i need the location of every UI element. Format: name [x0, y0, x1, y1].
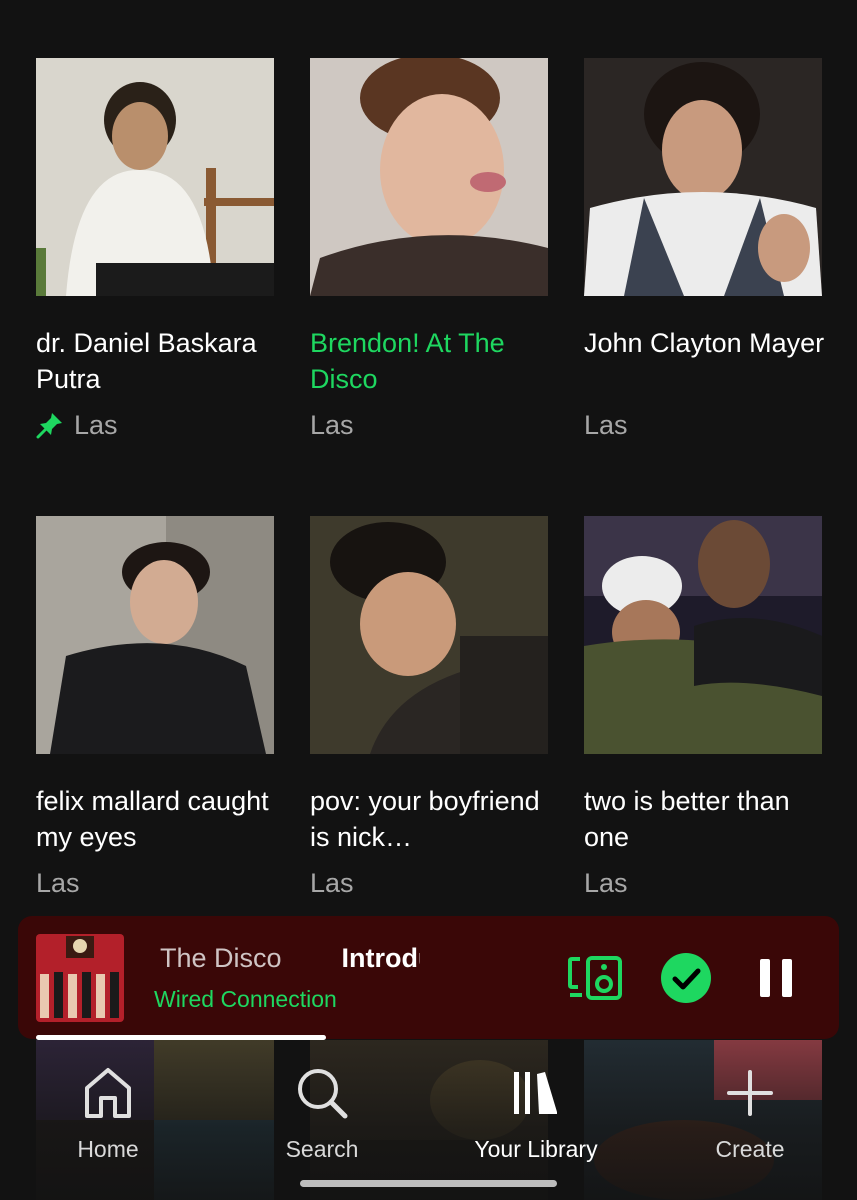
home-indicator	[300, 1180, 557, 1187]
item-subtitle: Las	[310, 866, 354, 900]
nav-create[interactable]: Create	[670, 1060, 830, 1170]
nav-label: Home	[77, 1136, 139, 1162]
saved-button[interactable]	[658, 952, 714, 1008]
item-subtitle-text: Las	[310, 410, 354, 440]
nav-library[interactable]: Your Library	[456, 1060, 616, 1170]
library-item[interactable]: Brendon! At The Disco Las	[310, 58, 548, 440]
library-item[interactable]: felix mallard caught my eyes Las	[36, 516, 274, 898]
app-screen: dr. Daniel Baskara Putra Las Brendon! At…	[0, 0, 857, 1200]
nav-label: Create	[715, 1136, 785, 1162]
item-title: pov: your boyfriend is nick…	[310, 786, 540, 852]
item-subtitle-text: Las	[310, 868, 354, 898]
pause-button[interactable]	[748, 952, 804, 1008]
pause-icon	[756, 956, 796, 1005]
item-subtitle: Las	[36, 866, 80, 900]
item-title: John Clayton Mayer	[584, 328, 825, 358]
playlist-cover	[36, 516, 274, 754]
connect-device-button[interactable]	[568, 952, 624, 1008]
item-subtitle-text: Las	[584, 868, 628, 898]
item-subtitle: Las	[584, 408, 628, 442]
plus-icon	[725, 1060, 775, 1126]
nav-label: Your Library	[474, 1136, 598, 1162]
nav-search[interactable]: Search	[242, 1060, 402, 1170]
item-subtitle-text: Las	[584, 410, 628, 440]
nav-label: Search	[285, 1136, 359, 1162]
bottom-nav: Home Search Your Library Create	[0, 1040, 857, 1200]
nav-home[interactable]: Home	[28, 1060, 188, 1170]
library-item[interactable]: two is better than one Las	[584, 516, 822, 898]
library-item[interactable]: John Clayton Mayer Las	[584, 58, 824, 440]
track-title-next: Introdu	[341, 943, 420, 973]
pin-icon	[36, 411, 64, 439]
playlist-cover	[36, 58, 274, 296]
playlist-cover	[310, 516, 548, 754]
item-title: Brendon! At The Disco	[310, 328, 505, 394]
device-name: Wired Connection	[154, 986, 337, 1012]
now-playing-title[interactable]: The Disco Introdu	[160, 941, 420, 975]
playlist-cover	[584, 58, 822, 296]
library-item[interactable]: pov: your boyfriend is nick… Las	[310, 516, 548, 898]
item-title: felix mallard caught my eyes	[36, 786, 269, 852]
connect-device-icon	[568, 955, 624, 1006]
playlist-cover	[584, 516, 822, 754]
item-subtitle: Las	[584, 866, 628, 900]
search-icon	[295, 1060, 349, 1126]
now-playing-bar[interactable]: The Disco Introdu Wired Connection	[18, 916, 839, 1039]
home-icon	[83, 1060, 133, 1126]
item-subtitle: Las	[36, 408, 118, 442]
item-title: dr. Daniel Baskara Putra	[36, 328, 257, 394]
item-subtitle: Las	[310, 408, 354, 442]
now-playing-cover[interactable]	[36, 934, 124, 1022]
track-title: The Disco	[160, 943, 282, 973]
library-icon	[511, 1060, 561, 1126]
playlist-cover	[310, 58, 548, 296]
item-title: two is better than one	[584, 786, 790, 852]
item-subtitle-text: Las	[74, 410, 118, 440]
check-circle-icon	[660, 952, 712, 1009]
item-subtitle-text: Las	[36, 868, 80, 898]
library-item[interactable]: dr. Daniel Baskara Putra Las	[36, 58, 274, 440]
